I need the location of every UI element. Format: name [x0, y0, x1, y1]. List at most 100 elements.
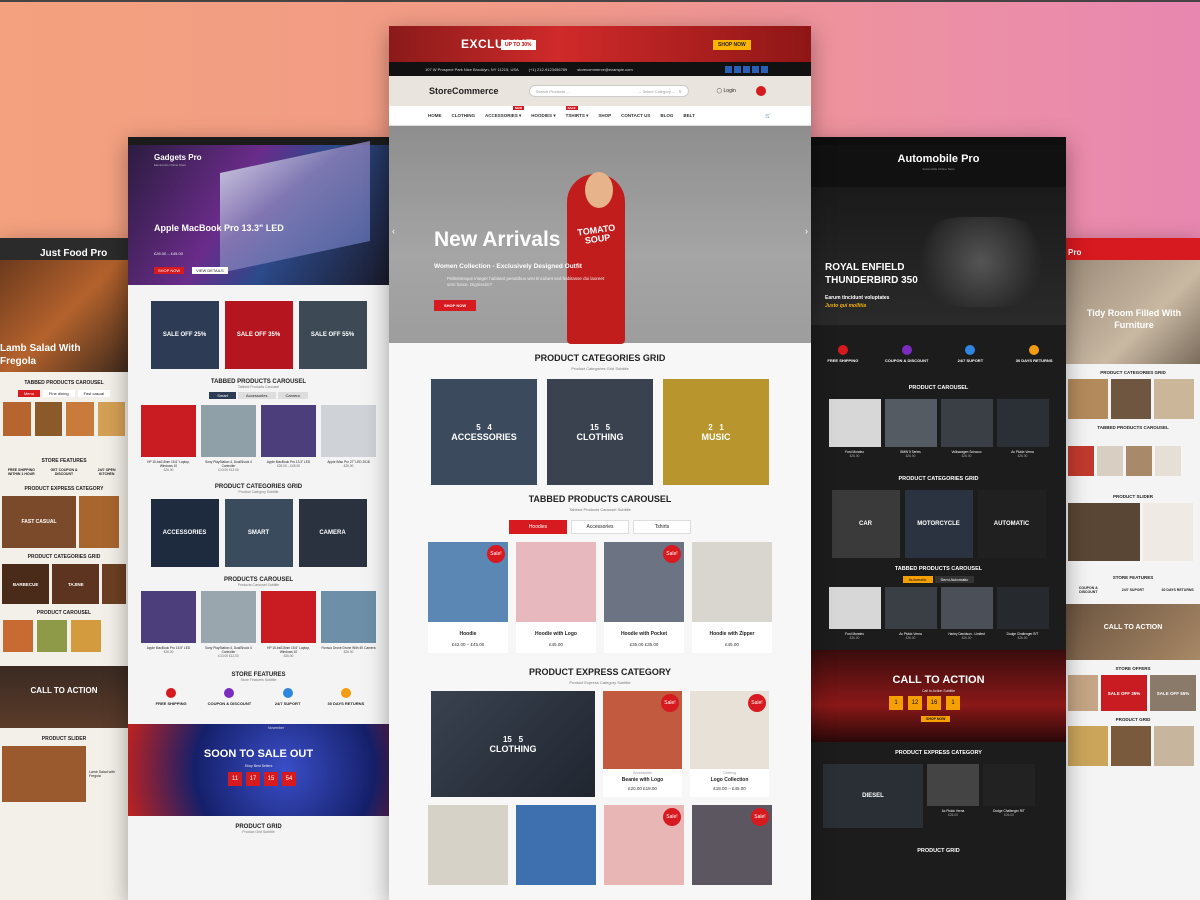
auto-category-tile[interactable]: CAR [831, 490, 900, 558]
nav-item-home[interactable]: HOME [428, 113, 442, 118]
gadgets-product-card[interactable]: Sony PlayStation 4, DualShock 4 Controll… [201, 405, 256, 472]
gadgets-category-tile[interactable]: SMART [224, 499, 293, 567]
room-category-tile[interactable] [1068, 379, 1108, 419]
room-offer-tile[interactable]: SALE OFF 55% [1150, 675, 1196, 711]
product-image[interactable]: Sale! [428, 542, 508, 622]
express-big-tile[interactable]: 15 5 CLOTHING [431, 691, 595, 797]
room-category-tile[interactable] [1111, 379, 1151, 419]
room-slider-image[interactable] [1068, 503, 1140, 561]
auto-product-card[interactable]: Dodge Challenger R/T £26.00 [983, 764, 1035, 817]
product-card[interactable]: Sale! Hoodie £42.00 – £45.00 [428, 542, 508, 653]
tab-tshirts[interactable]: Tshirts [633, 520, 691, 534]
gadgets-sale-tile[interactable]: SALE OFF 25% [150, 301, 219, 369]
slider-prev-icon[interactable]: ‹ [392, 226, 395, 236]
nav-item-belt[interactable]: BELT [683, 113, 694, 118]
gadgets-category-tile[interactable]: ACCESSORIES [150, 499, 219, 567]
nav-item-clothing[interactable]: CLOTHING [452, 113, 476, 118]
gadgets-product-card[interactable]: Apple iMac Pro 27" LED 2018 £26.00 [321, 405, 376, 468]
food-category-tile[interactable]: BARBECUE [2, 564, 50, 604]
nav-item-contact[interactable]: CONTACT US [621, 113, 650, 118]
room-product-image[interactable] [1126, 446, 1152, 476]
auto-product-card[interactable]: Harley Davidson - Limited £26.00 [940, 587, 993, 640]
slider-next-icon[interactable]: › [805, 226, 808, 236]
room-offer-tile[interactable] [1068, 675, 1098, 711]
product-image[interactable]: Sale! [604, 542, 684, 622]
product-name[interactable]: Hoodie with Pocket [604, 631, 684, 637]
gadgets-product-card[interactable]: Apple MacBook Pro 15.5" LED £26.00 [141, 591, 196, 654]
food-product-image[interactable] [97, 402, 125, 436]
nav-item-blog[interactable]: BLOG [660, 113, 673, 118]
food-slider-image[interactable] [2, 746, 86, 802]
product-name[interactable]: Logo Collection [690, 777, 769, 783]
product-image[interactable]: Sale! [692, 805, 772, 885]
category-tile[interactable]: 5 4 ACCESSORIES [431, 379, 537, 485]
gadgets-sale-tile[interactable]: SALE OFF 55% [298, 301, 367, 369]
category-tile[interactable]: 15 5 CLOTHING [547, 379, 653, 485]
auto-product-card[interactable]: Volkswagen Scirocco £26.00 [940, 399, 993, 458]
room-product-image[interactable] [1155, 446, 1181, 476]
hero-shop-now-button[interactable]: SHOP NOW [434, 300, 477, 311]
product-card[interactable]: Sale! Accessories Beanie with Logo £20.0… [603, 691, 682, 797]
food-product-image[interactable] [3, 402, 31, 436]
food-product-image[interactable] [71, 620, 101, 652]
wishlist-icon[interactable] [755, 86, 766, 96]
product-image[interactable] [428, 805, 508, 885]
nav-item-shop[interactable]: SHOP [598, 113, 611, 118]
auto-product-card[interactable]: Ford Mondeo £26.00 [828, 587, 881, 640]
auto-cta-button[interactable]: SHOP NOW [921, 716, 951, 722]
product-card[interactable]: Hoodie with Logo £45.00 [516, 542, 596, 653]
auto-category-tile[interactable]: MOTORCYCLE [904, 490, 973, 558]
auto-category-tile[interactable]: AUTOMATIC [977, 490, 1046, 558]
facebook-icon[interactable] [725, 65, 732, 73]
product-name[interactable]: Hoodie with Logo [516, 631, 596, 637]
gadgets-tab[interactable]: Camera [277, 392, 308, 399]
auto-product-card[interactable]: Ac Pluldx Verna £26.00 [884, 587, 937, 640]
gadgets-hero-shop-button[interactable]: SHOP NOW [154, 267, 185, 274]
room-product-image[interactable] [1068, 726, 1108, 766]
twitter-icon[interactable] [734, 65, 741, 73]
food-tab[interactable]: Fine dining [42, 390, 75, 397]
gadgets-product-card[interactable]: Apple MacBook Pro 13.3" LED £26.00 – £45.… [261, 405, 316, 468]
food-express-big[interactable]: FAST CASUAL [2, 496, 76, 548]
youtube-icon[interactable] [752, 65, 759, 73]
tab-accessories[interactable]: Accessories [571, 520, 629, 534]
product-image[interactable]: Sale! [603, 691, 682, 769]
food-tab[interactable]: Menu [17, 390, 40, 397]
linkedin-icon[interactable] [743, 65, 750, 73]
auto-product-card[interactable]: BMW 5 Series £26.00 [884, 399, 937, 458]
gadgets-tab[interactable]: Smart [209, 392, 236, 399]
product-name[interactable]: Hoodie [428, 631, 508, 637]
gadgets-product-card[interactable]: Sony PlayStation 4, DualShock 4 Controll… [201, 591, 256, 658]
room-product-image[interactable] [1097, 446, 1123, 476]
nav-item-tshirts[interactable]: TSHIRTS ▾ SALE [565, 105, 588, 119]
food-product-image[interactable] [37, 620, 67, 652]
login-link[interactable]: ◯ Login [717, 88, 736, 94]
gadgets-product-card[interactable]: HP 15-bs015nm 15.6" Laptop, Windows 10 £2… [261, 591, 316, 658]
auto-product-card[interactable]: Ac Pluldx Verna £26.00 [927, 764, 979, 817]
gadgets-product-card[interactable]: Funsoo Drone Drone With 4K Camera £26.00 [321, 591, 376, 654]
product-name[interactable]: Beanie with Logo [603, 777, 682, 783]
product-card[interactable]: Sale! Hoodie with Pocket £35.00 £35.00 [604, 542, 684, 653]
gadgets-hero-details-button[interactable]: VIEW DETAILS [192, 267, 228, 274]
food-category-tile[interactable] [102, 564, 126, 604]
room-product-image[interactable] [1068, 446, 1094, 476]
tab-hoodies[interactable]: Hoodies [509, 520, 567, 534]
category-select[interactable]: -- Select Category -- [639, 89, 675, 94]
product-name[interactable]: Hoodie with Zipper [692, 631, 772, 637]
food-product-image[interactable] [34, 402, 62, 436]
product-image[interactable] [516, 542, 596, 622]
auto-product-card[interactable]: Ac Pluldx Verna £26.00 [996, 399, 1049, 458]
product-image[interactable]: Sale! [604, 805, 684, 885]
food-product-image[interactable] [66, 402, 94, 436]
nav-item-accessories[interactable]: ACCESSORIES ▾ NEW [485, 105, 524, 119]
room-offer-tile[interactable]: SALE OFF 35% [1101, 675, 1147, 711]
gadgets-tab[interactable]: Accessories [237, 392, 276, 399]
nav-item-hoodies[interactable]: HOODIES ▾ [531, 113, 555, 119]
cart-icon[interactable]: 🛒 [765, 113, 771, 119]
food-express-item[interactable] [79, 496, 119, 548]
search-icon[interactable]: ⚲ [679, 89, 682, 94]
gadgets-sale-tile[interactable]: SALE OFF 35% [224, 301, 293, 369]
gadgets-category-tile[interactable]: CAMERA [298, 499, 367, 567]
product-image[interactable] [516, 805, 596, 885]
product-card[interactable]: Hoodie with Zipper £45.00 [692, 542, 772, 653]
